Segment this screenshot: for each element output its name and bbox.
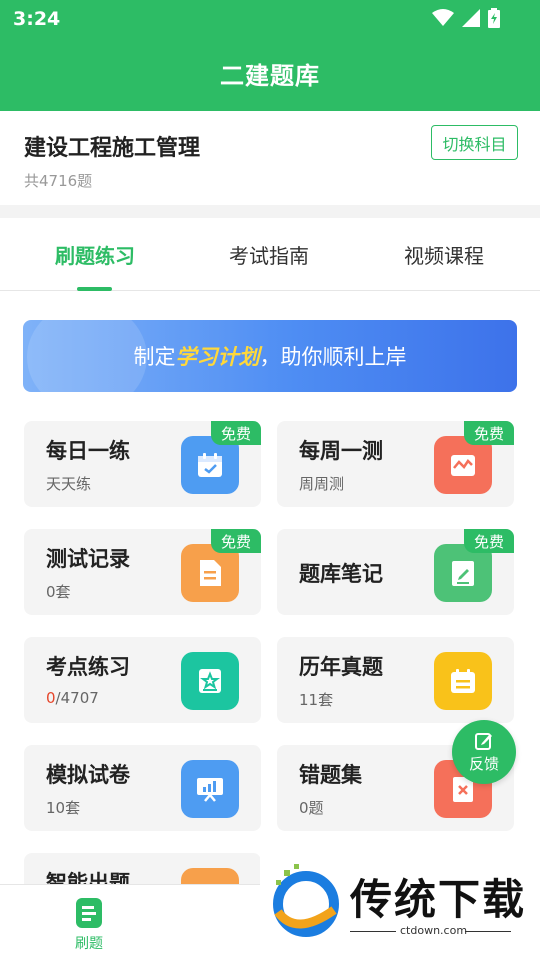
signal-icon <box>462 9 480 27</box>
subject-question-count: 共4716题 <box>24 172 93 190</box>
status-icons <box>432 8 500 28</box>
progress-done: 0 <box>46 689 56 707</box>
free-badge: 免费 <box>211 529 261 553</box>
watermark-divider-right <box>465 931 511 932</box>
switch-subject-button[interactable]: 切换科目 <box>431 125 518 160</box>
card-title: 历年真题 <box>299 655 383 679</box>
banner-text: 制定学习计划，助你顺利上岸 <box>23 341 517 371</box>
tab-exam-guide[interactable]: 考试指南 <box>194 240 344 269</box>
watermark-url: ctdown.com <box>400 924 468 937</box>
card-title: 题库笔记 <box>299 562 383 586</box>
calendar-list-icon <box>434 652 492 710</box>
tab-video-courses[interactable]: 视频课程 <box>369 240 519 269</box>
wifi-icon <box>432 9 454 26</box>
status-time: 3:24 <box>13 8 61 30</box>
practice-doc-icon <box>76 898 102 928</box>
presentation-board-icon <box>181 760 239 818</box>
app-header: 3:24 二建题库 <box>0 0 540 111</box>
card-subtitle: 11套 <box>299 691 334 709</box>
card-subtitle: 周周测 <box>299 475 345 493</box>
star-book-icon <box>181 652 239 710</box>
banner-text-suffix: ，助你顺利上岸 <box>259 345 407 369</box>
page-title: 二建题库 <box>220 62 320 90</box>
ctdown-logo-icon <box>273 864 339 937</box>
card-question-notes[interactable]: 题库笔记 免费 <box>277 529 514 615</box>
card-mock-exams[interactable]: 模拟试卷 10套 <box>24 745 261 831</box>
card-title: 每周一测 <box>299 439 383 463</box>
tab-bar: 刷题练习 考试指南 视频课程 <box>0 218 540 291</box>
free-badge: 免费 <box>211 421 261 445</box>
watermark-text: 传统下载 <box>350 875 527 924</box>
card-subtitle: 0套 <box>46 583 71 601</box>
nav-label: 刷题 <box>75 936 103 952</box>
card-subtitle: 天天练 <box>46 475 92 493</box>
card-daily-practice[interactable]: 每日一练 天天练 免费 <box>24 421 261 507</box>
card-progress: 0/4707 <box>46 689 99 707</box>
section-divider <box>0 205 540 218</box>
card-subtitle: 10套 <box>46 799 81 817</box>
card-title: 考点练习 <box>46 655 130 679</box>
card-title: 错题集 <box>299 763 362 787</box>
card-key-points-practice[interactable]: 考点练习 0/4707 <box>24 637 261 723</box>
card-title: 模拟试卷 <box>46 763 130 787</box>
free-badge: 免费 <box>464 529 514 553</box>
card-past-exams[interactable]: 历年真题 11套 <box>277 637 514 723</box>
feedback-button[interactable]: 反馈 <box>452 720 516 784</box>
feedback-label: 反馈 <box>468 754 499 773</box>
card-subtitle: 0题 <box>299 799 324 817</box>
active-tab-indicator <box>77 287 112 291</box>
watermark-logo: 传统下载 ctdown.com <box>260 856 540 960</box>
banner-text-prefix: 制定 <box>133 345 176 369</box>
tab-practice[interactable]: 刷题练习 <box>20 240 170 269</box>
watermark-divider-left <box>350 931 396 932</box>
subject-section: 建设工程施工管理 共4716题 切换科目 <box>0 111 540 205</box>
card-title: 测试记录 <box>46 547 130 571</box>
card-weekly-test[interactable]: 每周一测 周周测 免费 <box>277 421 514 507</box>
edit-icon <box>475 732 492 750</box>
subject-name: 建设工程施工管理 <box>24 136 201 161</box>
progress-total: /4707 <box>55 689 99 707</box>
free-badge: 免费 <box>464 421 514 445</box>
battery-icon <box>488 8 500 28</box>
card-title: 每日一练 <box>46 439 130 463</box>
nav-item-practice[interactable]: 刷题 <box>54 897 124 953</box>
banner-text-highlight: 学习计划 <box>175 345 260 369</box>
card-test-records[interactable]: 测试记录 0套 免费 <box>24 529 261 615</box>
study-plan-banner[interactable]: 制定学习计划，助你顺利上岸 <box>23 320 517 392</box>
